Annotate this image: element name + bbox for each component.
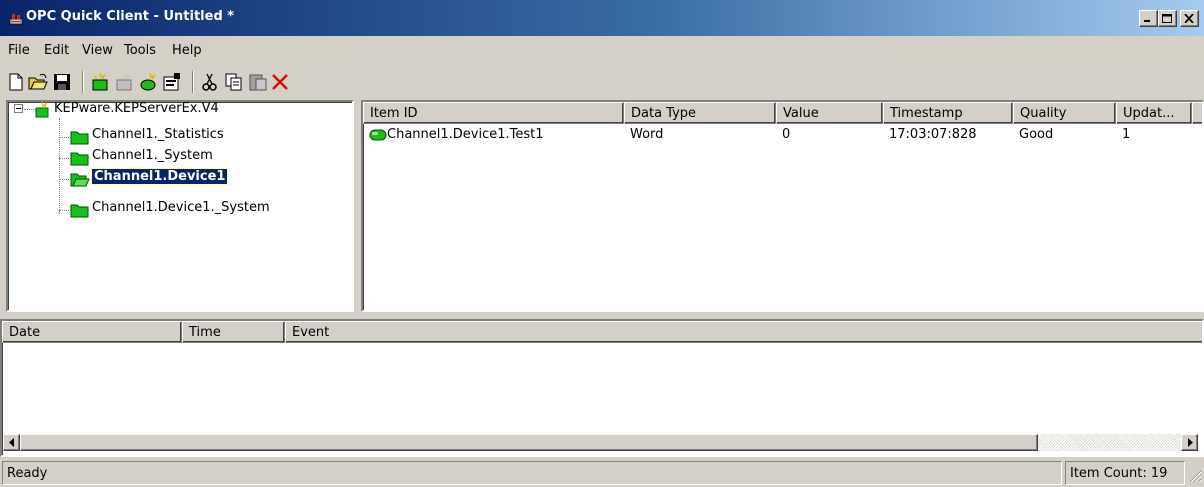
scroll-right-button[interactable] [1181,434,1198,451]
folder-icon [70,152,89,166]
folder-icon [70,204,89,218]
column-header-timestamp[interactable]: Timestamp [883,102,1013,124]
collapse-icon[interactable] [14,104,24,114]
toolbar [0,66,1204,98]
toolbar-separator [192,71,194,93]
scroll-thumb[interactable] [20,434,1038,451]
close-icon [1184,14,1194,23]
new-icon[interactable] [6,72,26,92]
item-count: Item Count: 19 [1070,466,1168,481]
item-id-cell: Channel1.Device1.Test1 [387,127,544,142]
menu-bar: File Edit View Tools Help [0,36,1204,66]
new-item-icon[interactable] [138,72,158,92]
tree-connector [59,210,69,211]
toolbar-separator [82,71,84,93]
scroll-track[interactable] [1038,434,1181,451]
paste-icon[interactable] [248,72,268,92]
tree-item-label: Channel1._System [92,148,213,163]
tree-root-label: KEPware.KEPServerEx.V4 [54,101,219,116]
column-header-value[interactable]: Value [776,102,883,124]
menu-edit[interactable]: Edit [44,43,69,58]
column-header-data-type[interactable]: Data Type [624,102,776,124]
arrow-right-icon [1188,438,1193,447]
minimize-button[interactable] [1139,10,1158,27]
title-bar[interactable]: OPC Quick Client - Untitled * [0,0,1204,36]
minimize-icon [1144,20,1150,22]
maximize-icon [1162,14,1172,23]
value-cell: 0 [782,127,791,142]
items-list-pane[interactable]: Item ID Data Type Value Timestamp Qualit… [361,100,1204,312]
tree-pane[interactable]: KEPware.KEPServerEx.V4 Channel1._Statist… [6,100,354,312]
arrow-left-icon [9,438,14,447]
scroll-left-button[interactable] [3,434,20,451]
column-header-quality[interactable]: Quality [1013,102,1116,124]
tree-connector [59,118,60,214]
open-icon[interactable] [28,72,48,92]
close-button[interactable] [1180,10,1199,27]
column-header-update-count[interactable]: Updat... [1116,102,1192,124]
open-folder-icon [70,173,90,187]
event-log-pane[interactable]: Date Time Event [0,319,1204,457]
folder-icon [70,131,89,145]
delete-icon[interactable] [270,72,290,92]
window-title: OPC Quick Client - Untitled * [26,9,235,24]
column-header-date[interactable]: Date [2,321,182,343]
cut-icon[interactable] [200,72,220,92]
column-header-item-id[interactable]: Item ID [363,102,624,124]
status-text-pane: Ready [2,461,1062,485]
quality-cell: Good [1019,127,1054,142]
table-row[interactable]: Channel1.Device1.Test1 Word 0 17:03:07:8… [363,126,1202,146]
maximize-button[interactable] [1158,10,1177,27]
tree-connector [59,179,69,180]
data-type-cell: Word [630,127,664,142]
resize-grip-icon[interactable] [1188,469,1202,483]
new-group-icon[interactable] [114,72,134,92]
properties-icon[interactable] [162,72,182,92]
tree-item-label: Channel1._Statistics [92,127,224,142]
column-header-filler [1192,102,1202,124]
tree-connector [59,158,69,159]
menu-view[interactable]: View [82,43,113,58]
tree-connector [59,137,69,138]
tree-item-label: Channel1.Device1 [90,168,229,185]
opc-app-icon [9,14,23,25]
status-text: Ready [7,466,48,481]
server-icon [35,102,49,118]
new-server-icon[interactable] [90,72,110,92]
column-header-time[interactable]: Time [182,321,285,343]
save-icon[interactable] [52,72,72,92]
menu-tools[interactable]: Tools [124,43,156,58]
item-count-pane: Item Count: 19 [1065,461,1185,485]
tag-item-icon [369,129,387,141]
status-bar: Ready Item Count: 19 [0,457,1204,487]
menu-file[interactable]: File [8,43,30,58]
copy-icon[interactable] [224,72,244,92]
menu-help[interactable]: Help [172,43,202,58]
timestamp-cell: 17:03:07:828 [889,127,977,142]
tree-item-label: Channel1.Device1._System [92,200,270,215]
column-header-event[interactable]: Event [285,321,1202,343]
update-count-cell: 1 [1122,127,1131,142]
